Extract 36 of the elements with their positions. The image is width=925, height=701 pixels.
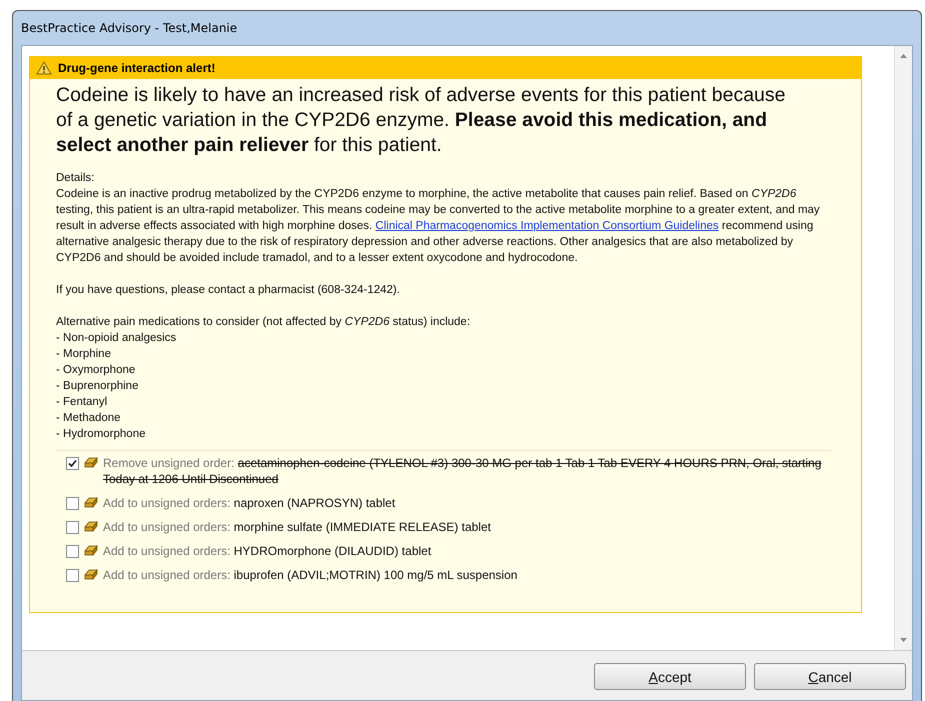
order-checkbox[interactable] xyxy=(66,569,79,582)
alternative-item: - Fentanyl xyxy=(56,395,108,410)
order-text: Add to unsigned orders: HYDROmorphone (DILAUDID) tablet xyxy=(103,543,432,559)
alternative-item: - Non-opioid analgesics xyxy=(56,331,178,346)
order-checkbox[interactable] xyxy=(66,457,79,470)
alternative-item: - Methadone xyxy=(56,411,122,426)
scrollbar[interactable] xyxy=(894,46,912,650)
order-text: Add to unsigned orders: naproxen (NAPROSYN) tablet xyxy=(103,495,396,511)
alternative-item: - Oxymorphone xyxy=(56,363,136,378)
scroll-down-icon[interactable] xyxy=(900,638,907,642)
alert-headline: Codeine is likely to have an increased risk of adverse events for this patient because of a genetic variation in the CYP2D6 enzyme. Please avoid this medication, and select another pain reliever for this patient. xyxy=(56,83,786,158)
order-checkbox[interactable] xyxy=(66,521,79,534)
window-title: BestPractice Advisory - Test,Melanie xyxy=(21,21,238,35)
order-text: Add to unsigned orders: ibuprofen (ADVIL;MOTRIN) 100 mg/5 mL suspension xyxy=(103,567,518,583)
order-icon xyxy=(84,496,98,508)
scroll-up-icon[interactable] xyxy=(900,54,907,58)
alternative-item: - Hydromorphone xyxy=(56,427,146,442)
dialog-button[interactable]: Accept xyxy=(594,663,746,690)
dialog-button[interactable]: Cancel xyxy=(754,663,906,690)
order-icon xyxy=(84,456,98,468)
alternative-item: - Morphine xyxy=(56,347,112,362)
order-icon xyxy=(84,568,98,580)
details-label: Details: xyxy=(56,171,96,186)
guidelines-link[interactable]: Clinical Pharmacogenomics Implementation Consortium Guidelines xyxy=(375,220,719,232)
order-text: Remove unsigned order: acetaminophen-codeine (TYLENOL #3) 300-30 MG per tab 1 Tab 1 Tab EVERY 4 HOURS PRN, Oral, starting Today at 1206 Until Discontinued xyxy=(103,455,822,487)
details-paragraph: Codeine is an inactive prodrug metabolized by the CYP2D6 enzyme to morphine, the active metabolite that causes pain relief. Based on CYP2D6 testing, this patient is an ultra-rapid metabolizer. This means codeine may be converted to the active metabolite morphine to a greater extent, and may result in adverse effects associated with high morphine doses. Clinical Pharmacogenomics Implementation Consortium Guidelines recommend using alternative analgesic therapy due to the risk of respiratory depression and other adverse reactions. Other analgesics that are also metabolized by CYP2D6 and should be avoided include tramadol, and to a lesser extent oxycodone and hydrocodone. xyxy=(56,187,821,266)
alternative-item: - Buprenorphine xyxy=(56,379,140,394)
order-icon xyxy=(84,544,98,556)
alternatives-intro: Alternative pain medications to consider (not affected by CYP2D6 status) include: xyxy=(56,315,472,330)
order-checkbox[interactable] xyxy=(66,497,79,510)
warning-icon xyxy=(36,61,52,75)
alert-title: Drug-gene interaction alert! xyxy=(58,61,216,75)
order-icon xyxy=(84,520,98,532)
contact-text: If you have questions, please contact a pharmacist (608-324-1242). xyxy=(56,283,401,298)
order-text: Add to unsigned orders: morphine sulfate (IMMEDIATE RELEASE) tablet xyxy=(103,519,492,535)
order-checkbox[interactable] xyxy=(66,545,79,558)
